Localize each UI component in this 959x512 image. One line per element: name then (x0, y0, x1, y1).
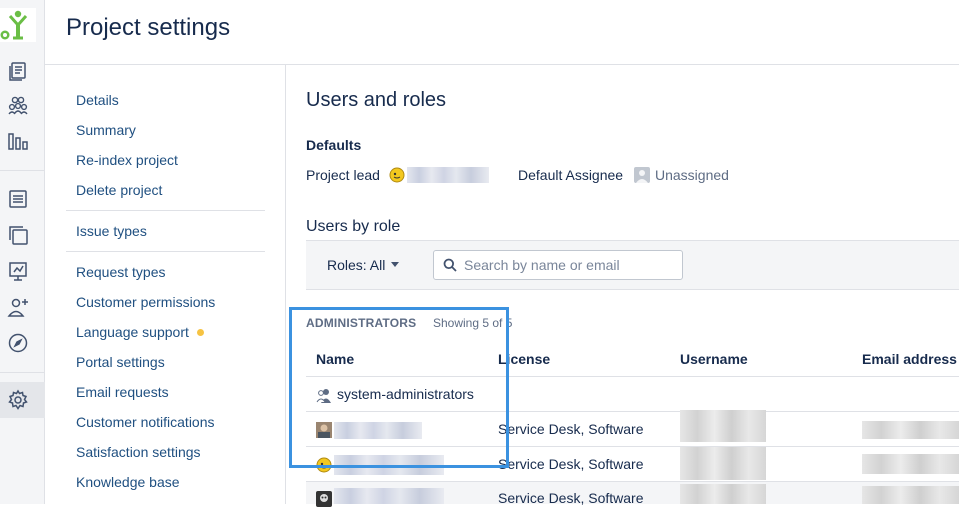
project-lead-name-redacted[interactable] (407, 167, 489, 183)
users-toolbar: Roles: All (306, 240, 959, 290)
nav-divider (66, 251, 265, 252)
user-name-redacted[interactable] (334, 488, 444, 504)
search-icon (443, 258, 457, 272)
nav-item-request-types[interactable]: Request types (76, 264, 166, 280)
status-dot-icon (196, 328, 204, 336)
search-box[interactable] (433, 250, 683, 280)
defaults-heading: Defaults (306, 137, 362, 153)
project-lead-avatar (389, 167, 405, 183)
app-sidebar (0, 0, 45, 504)
roles-filter-label: Roles: All (327, 257, 386, 273)
nav-item-label: Language support (76, 324, 189, 340)
board-icon[interactable] (7, 60, 29, 82)
license-cell: Service Desk, Software (498, 421, 644, 437)
username-redacted (680, 447, 766, 480)
compass-icon[interactable] (7, 332, 29, 354)
username-redacted (680, 484, 766, 504)
nav-item-language-support[interactable]: Language support (76, 324, 204, 340)
rail-divider (0, 170, 45, 171)
nav-divider (66, 210, 265, 211)
nav-item-customer-notifications[interactable]: Customer notifications (76, 414, 215, 430)
nav-item-satisfaction-settings[interactable]: Satisfaction settings (76, 444, 201, 460)
email-redacted (862, 421, 959, 439)
pages-icon[interactable] (7, 224, 29, 246)
nav-item-issue-types[interactable]: Issue types (76, 223, 147, 239)
chevron-down-icon (391, 261, 400, 267)
page-title: Project settings (66, 14, 231, 41)
queues-icon[interactable] (7, 188, 29, 210)
search-input[interactable] (464, 255, 674, 275)
highlight-box (289, 307, 509, 468)
nav-item-summary[interactable]: Summary (76, 122, 136, 138)
nav-item-delete-project[interactable]: Delete project (76, 182, 162, 198)
default-assignee-label: Default Assignee (518, 167, 624, 183)
users-by-role-heading: Users by role (306, 218, 401, 235)
people-icon[interactable] (7, 94, 29, 116)
nav-item-portal-settings[interactable]: Portal settings (76, 354, 165, 370)
license-cell: Service Desk, Software (498, 456, 644, 472)
username-redacted (680, 410, 766, 442)
roles-filter-dropdown[interactable]: Roles: All (327, 257, 400, 273)
unassigned-avatar-icon (634, 167, 650, 183)
project-lead-label: Project lead (306, 167, 380, 183)
rail-divider (0, 372, 45, 373)
column-header-username[interactable]: Username (680, 351, 748, 367)
default-assignee-value: Unassigned (655, 167, 729, 183)
email-redacted (862, 486, 959, 504)
nav-item-email-requests[interactable]: Email requests (76, 384, 169, 400)
add-person-icon[interactable] (7, 296, 29, 318)
nav-item-reindex-project[interactable]: Re-index project (76, 152, 178, 168)
reports-icon[interactable] (7, 130, 29, 152)
column-header-email[interactable]: Email address (862, 351, 957, 367)
nav-item-details[interactable]: Details (76, 92, 119, 108)
gear-icon[interactable] (7, 389, 29, 411)
app-logo-icon[interactable] (0, 8, 36, 42)
nav-item-customer-permissions[interactable]: Customer permissions (76, 294, 215, 310)
settings-nav: Details Summary Re-index project Delete … (45, 65, 286, 504)
section-title: Users and roles (306, 89, 447, 111)
nav-item-knowledge-base[interactable]: Knowledge base (76, 474, 180, 490)
email-redacted (862, 454, 959, 474)
presentation-icon[interactable] (7, 260, 29, 282)
avatar (316, 491, 332, 507)
